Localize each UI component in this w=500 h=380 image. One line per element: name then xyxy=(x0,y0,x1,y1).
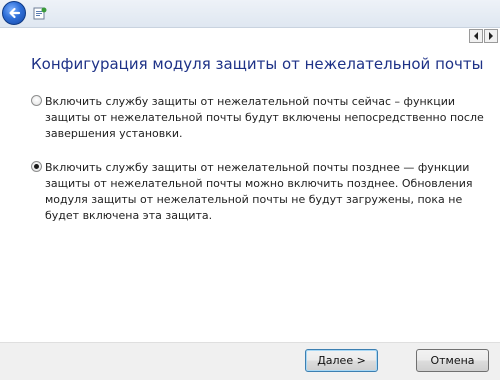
scroll-arrows xyxy=(468,29,498,43)
option-label[interactable]: Включить службу защиты от нежелательной … xyxy=(45,94,490,142)
page-title: Конфигурация модуля защиты от нежелатель… xyxy=(31,55,484,73)
scroll-left-button[interactable] xyxy=(469,29,483,43)
app-icon xyxy=(33,7,47,20)
back-button[interactable] xyxy=(2,1,26,25)
scroll-right-icon xyxy=(489,32,493,40)
radio-enable-later[interactable] xyxy=(31,161,42,172)
radio-enable-now[interactable] xyxy=(31,95,42,106)
next-button[interactable]: Далее > xyxy=(305,349,378,372)
scroll-right-button[interactable] xyxy=(484,29,498,43)
button-bar: Далее > Отмена xyxy=(0,342,500,380)
title-bar xyxy=(0,0,500,28)
wizard-window: Конфигурация модуля защиты от нежелатель… xyxy=(0,0,500,380)
option-label[interactable]: Включить службу защиты от нежелательной … xyxy=(45,160,490,224)
back-arrow-icon xyxy=(9,7,21,19)
scroll-left-icon xyxy=(474,32,478,40)
cancel-button[interactable]: Отмена xyxy=(416,349,489,372)
